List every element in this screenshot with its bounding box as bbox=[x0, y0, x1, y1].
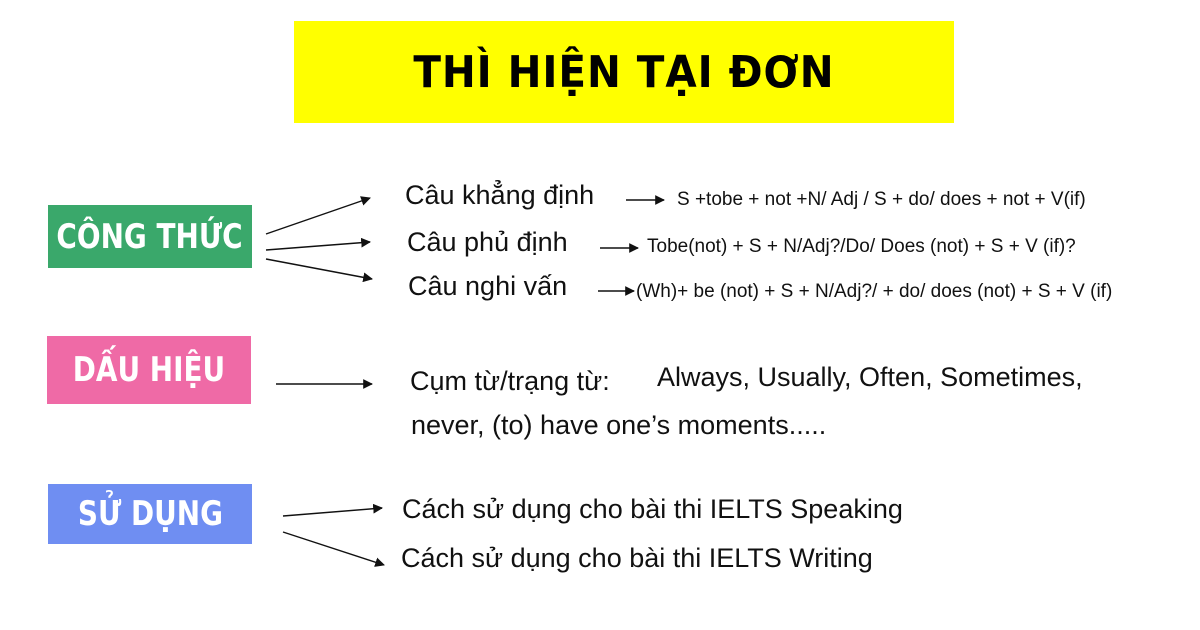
formula-negative: Tobe(not) + S + N/Adj?/Do/ Does (not) + … bbox=[647, 236, 1076, 257]
arrow-su-dung-writing bbox=[282, 531, 385, 567]
usage-writing: Cách sử dụng cho bài thi IELTS Writing bbox=[401, 543, 873, 573]
formula-question: (Wh)+ be (not) + S + N/Adj?/ + do/ does … bbox=[636, 281, 1113, 302]
signal-words: Always, Usually, Often, Sometimes, bbox=[657, 362, 1083, 392]
arrow-cong-thuc-question bbox=[265, 258, 373, 283]
arrow-cong-thuc-affirmative bbox=[265, 196, 371, 235]
usage-speaking: Cách sử dụng cho bài thi IELTS Speaking bbox=[402, 494, 903, 524]
connector-arrows bbox=[265, 195, 665, 567]
arrow-cong-thuc-negative bbox=[265, 237, 371, 251]
signal-words-line2: never, (to) have one’s moments..... bbox=[411, 410, 827, 440]
sentence-type-negative: Câu phủ định bbox=[407, 227, 568, 257]
arrow-su-dung-speaking bbox=[282, 503, 383, 517]
formula-affirmative: S +tobe + not +N/ Adj / S + do/ does + n… bbox=[677, 189, 1086, 210]
sentence-type-affirmative: Câu khẳng định bbox=[405, 180, 595, 210]
signal-prefix: Cụm từ/trạng từ: bbox=[410, 366, 610, 396]
sentence-type-question: Câu nghi vấn bbox=[408, 271, 568, 301]
